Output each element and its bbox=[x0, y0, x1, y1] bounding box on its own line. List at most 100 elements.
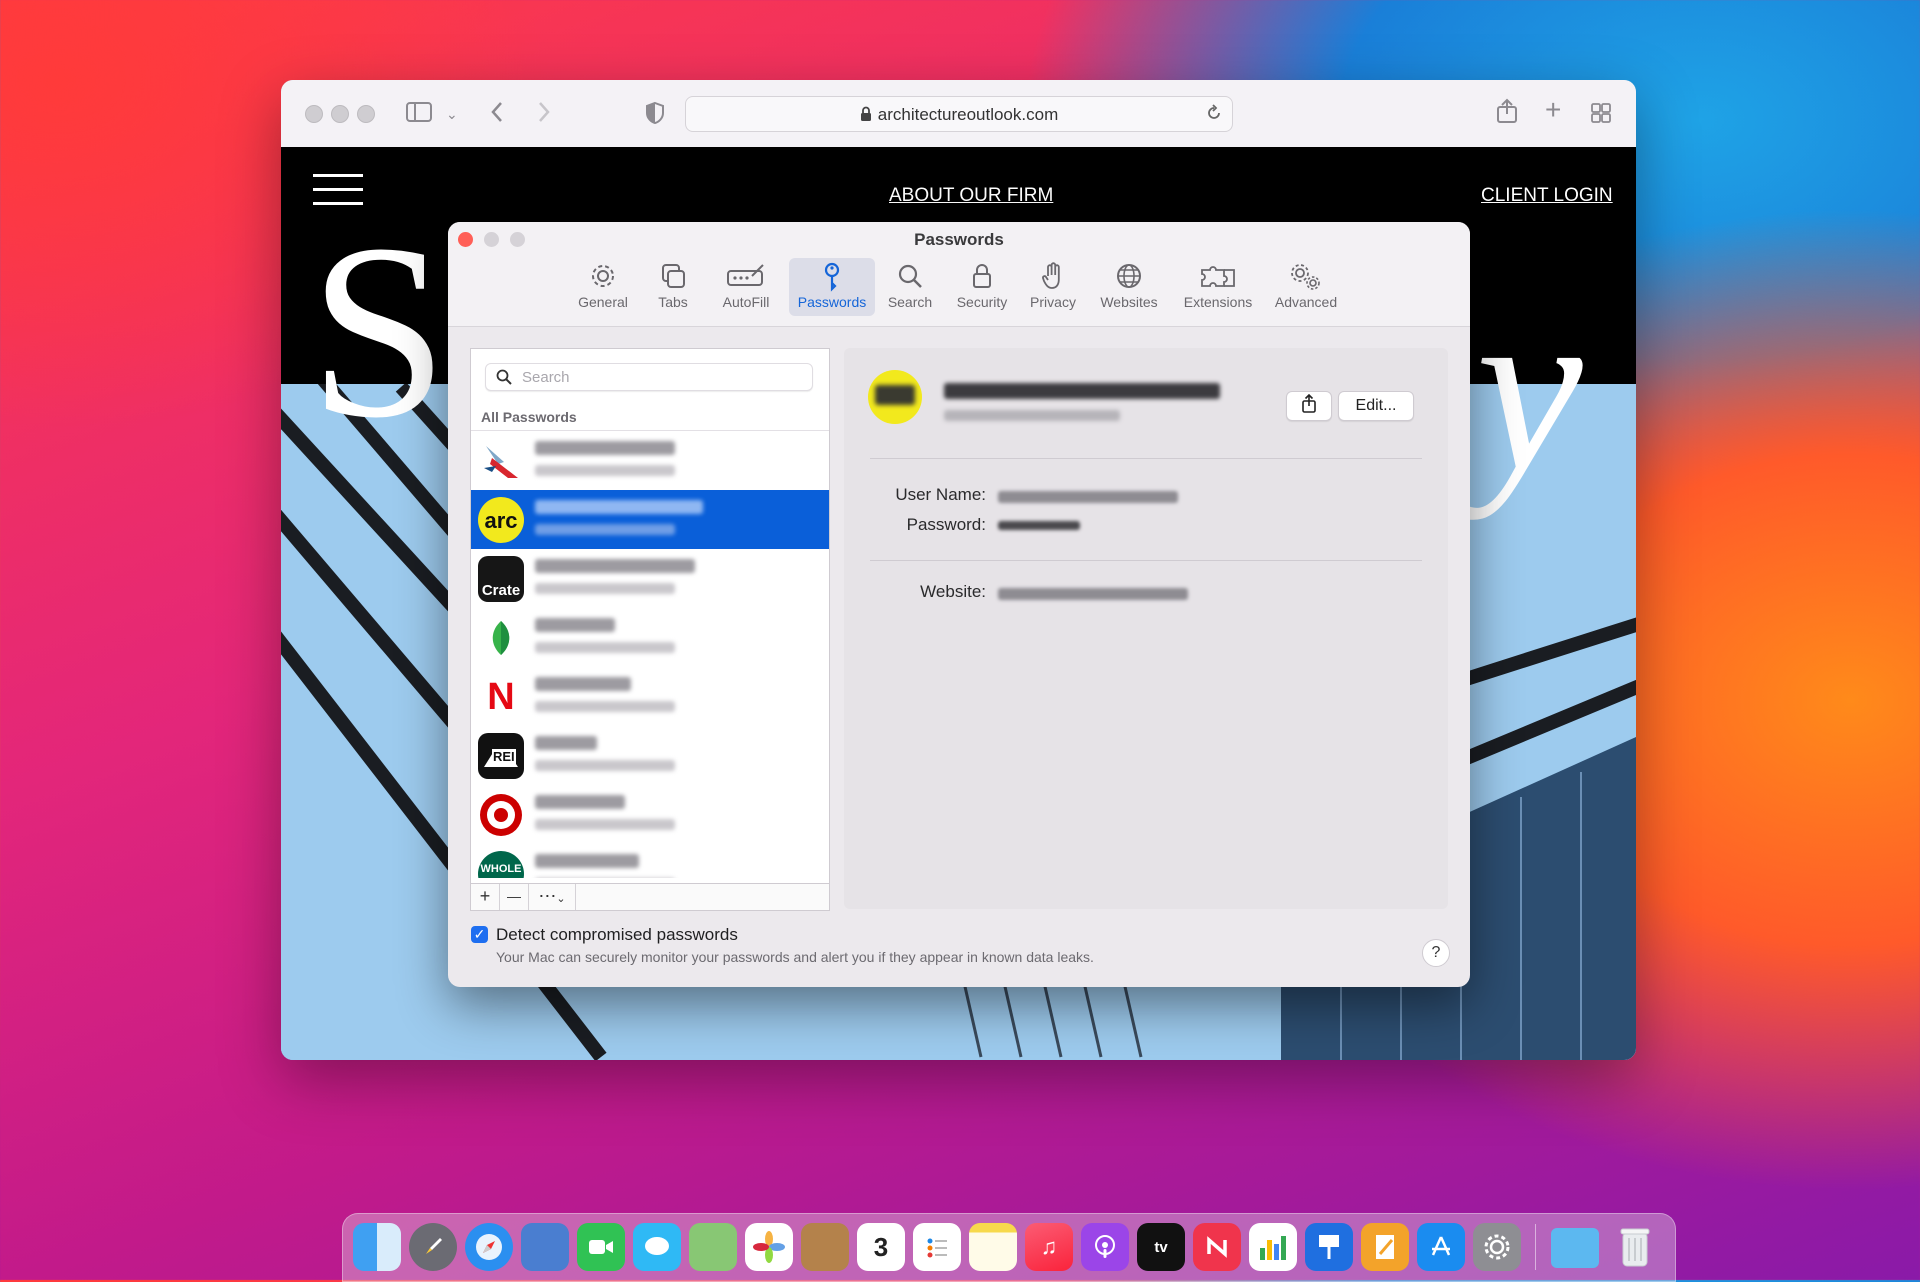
detect-compromised-checkbox[interactable]: ✓ bbox=[471, 926, 488, 943]
window-title: Passwords bbox=[914, 230, 1004, 249]
share-button[interactable] bbox=[1286, 391, 1332, 421]
list-item[interactable]: N bbox=[471, 667, 829, 726]
back-button[interactable] bbox=[489, 100, 505, 128]
share-icon[interactable] bbox=[1496, 98, 1518, 128]
privacy-shield-icon[interactable] bbox=[645, 101, 665, 129]
password-label: Password: bbox=[906, 515, 986, 534]
detect-compromised-description: Your Mac can securely monitor your passw… bbox=[496, 949, 1094, 965]
list-item[interactable] bbox=[471, 608, 829, 667]
tab-passwords[interactable]: Passwords bbox=[789, 258, 875, 316]
puzzle-icon bbox=[1178, 262, 1258, 292]
divider bbox=[870, 560, 1422, 561]
website-value-redacted bbox=[998, 588, 1188, 600]
search-icon bbox=[496, 369, 512, 390]
minimize-window-button[interactable] bbox=[331, 105, 349, 123]
tab-privacy[interactable]: Privacy bbox=[1025, 258, 1081, 316]
preview-icon[interactable] bbox=[521, 1223, 569, 1271]
search-input[interactable]: Search bbox=[485, 363, 813, 391]
news-icon[interactable] bbox=[1193, 1223, 1241, 1271]
tab-security[interactable]: Security bbox=[951, 258, 1013, 316]
globe-icon bbox=[1096, 262, 1162, 292]
key-icon bbox=[789, 262, 875, 292]
tv-icon[interactable]: tv bbox=[1137, 1223, 1185, 1271]
share-icon bbox=[1301, 393, 1317, 414]
forward-button[interactable] bbox=[536, 100, 552, 128]
sidebar-toggle-icon[interactable] bbox=[406, 101, 432, 127]
finder-icon[interactable] bbox=[353, 1223, 401, 1271]
more-options-button[interactable]: ⋯⌄ bbox=[529, 884, 576, 910]
username-label: User Name: bbox=[895, 485, 986, 504]
safari-icon[interactable] bbox=[465, 1223, 513, 1271]
american-airlines-logo bbox=[478, 438, 524, 484]
pages-icon[interactable] bbox=[1361, 1223, 1409, 1271]
tab-tabs[interactable]: Tabs bbox=[649, 258, 697, 316]
zoom-window-button[interactable] bbox=[357, 105, 375, 123]
remove-password-button[interactable]: — bbox=[500, 884, 529, 910]
downloads-folder-icon[interactable] bbox=[1551, 1228, 1599, 1268]
last-modified-redacted bbox=[944, 410, 1120, 421]
photos-icon[interactable] bbox=[745, 1223, 793, 1271]
close-window-button[interactable] bbox=[305, 105, 323, 123]
passwords-list-rows: arc Crate N REI WHOLE bbox=[471, 431, 829, 878]
podcasts-icon[interactable] bbox=[1081, 1223, 1129, 1271]
list-item-selected[interactable]: arc bbox=[471, 490, 829, 549]
client-login-link[interactable]: CLIENT LOGIN bbox=[1481, 185, 1613, 207]
edit-button[interactable]: Edit... bbox=[1338, 391, 1414, 421]
launchpad-icon[interactable] bbox=[409, 1223, 457, 1271]
keynote-icon[interactable] bbox=[1305, 1223, 1353, 1271]
browser-toolbar: ⌄ architectureoutlook.com + bbox=[281, 80, 1636, 148]
dock-divider bbox=[1535, 1224, 1536, 1270]
trash-icon[interactable] bbox=[1611, 1223, 1659, 1271]
tab-advanced[interactable]: Advanced bbox=[1270, 258, 1342, 316]
hand-icon bbox=[1025, 262, 1081, 292]
chevron-down-icon[interactable]: ⌄ bbox=[446, 103, 458, 125]
tab-overview-icon[interactable] bbox=[1590, 102, 1612, 128]
hero-headline-letter: y bbox=[1476, 254, 1583, 520]
add-password-button[interactable]: + bbox=[471, 884, 500, 910]
rei-logo: REI bbox=[478, 733, 524, 779]
tab-general[interactable]: General bbox=[572, 258, 634, 316]
target-logo bbox=[478, 792, 524, 838]
crate-logo: Crate bbox=[478, 556, 524, 602]
chevron-down-icon: ⌄ bbox=[556, 893, 566, 905]
system-preferences-icon[interactable] bbox=[1473, 1223, 1521, 1271]
notes-icon[interactable] bbox=[969, 1223, 1017, 1271]
numbers-icon[interactable] bbox=[1249, 1223, 1297, 1271]
music-icon[interactable]: ♫ bbox=[1025, 1223, 1073, 1271]
calendar-icon[interactable]: 3 bbox=[857, 1223, 905, 1271]
gears-icon bbox=[1270, 262, 1342, 292]
autofill-icon bbox=[714, 262, 778, 292]
hamburger-menu-icon[interactable] bbox=[313, 174, 363, 177]
netflix-logo: N bbox=[487, 676, 515, 718]
contacts-icon[interactable] bbox=[801, 1223, 849, 1271]
tab-extensions[interactable]: Extensions bbox=[1178, 258, 1258, 316]
list-item[interactable]: Crate bbox=[471, 549, 829, 608]
help-button[interactable]: ? bbox=[1422, 939, 1450, 967]
list-item[interactable]: REI bbox=[471, 726, 829, 785]
dock: 3 ♫ tv bbox=[342, 1213, 1676, 1282]
address-bar[interactable]: architectureoutlook.com bbox=[685, 96, 1233, 132]
list-item[interactable] bbox=[471, 431, 829, 490]
facetime-icon[interactable] bbox=[577, 1223, 625, 1271]
messages-icon[interactable] bbox=[633, 1223, 681, 1271]
username-value-redacted bbox=[998, 491, 1178, 503]
list-item[interactable] bbox=[471, 785, 829, 844]
tab-autofill[interactable]: AutoFill bbox=[714, 258, 778, 316]
magnifier-icon bbox=[883, 262, 937, 292]
maps-icon[interactable] bbox=[689, 1223, 737, 1271]
list-item[interactable]: WHOLE bbox=[471, 844, 829, 878]
passwords-list: Search All Passwords arc Crate N REI WHO… bbox=[470, 348, 830, 911]
reminders-icon[interactable] bbox=[913, 1223, 961, 1271]
tab-websites[interactable]: Websites bbox=[1096, 258, 1162, 316]
password-detail-pane: Edit... User Name: Password: Website: bbox=[844, 348, 1448, 909]
tab-search[interactable]: Search bbox=[883, 258, 937, 316]
about-our-firm-link[interactable]: ABOUT OUR FIRM bbox=[889, 185, 1053, 207]
reload-icon[interactable] bbox=[1204, 103, 1224, 128]
app-store-icon[interactable] bbox=[1417, 1223, 1465, 1271]
password-value-masked bbox=[998, 521, 1080, 530]
arc-logo: arc bbox=[478, 497, 524, 543]
divider bbox=[870, 458, 1422, 459]
mint-logo bbox=[478, 615, 524, 661]
new-tab-icon[interactable]: + bbox=[1545, 96, 1561, 124]
lock-icon bbox=[860, 106, 872, 127]
